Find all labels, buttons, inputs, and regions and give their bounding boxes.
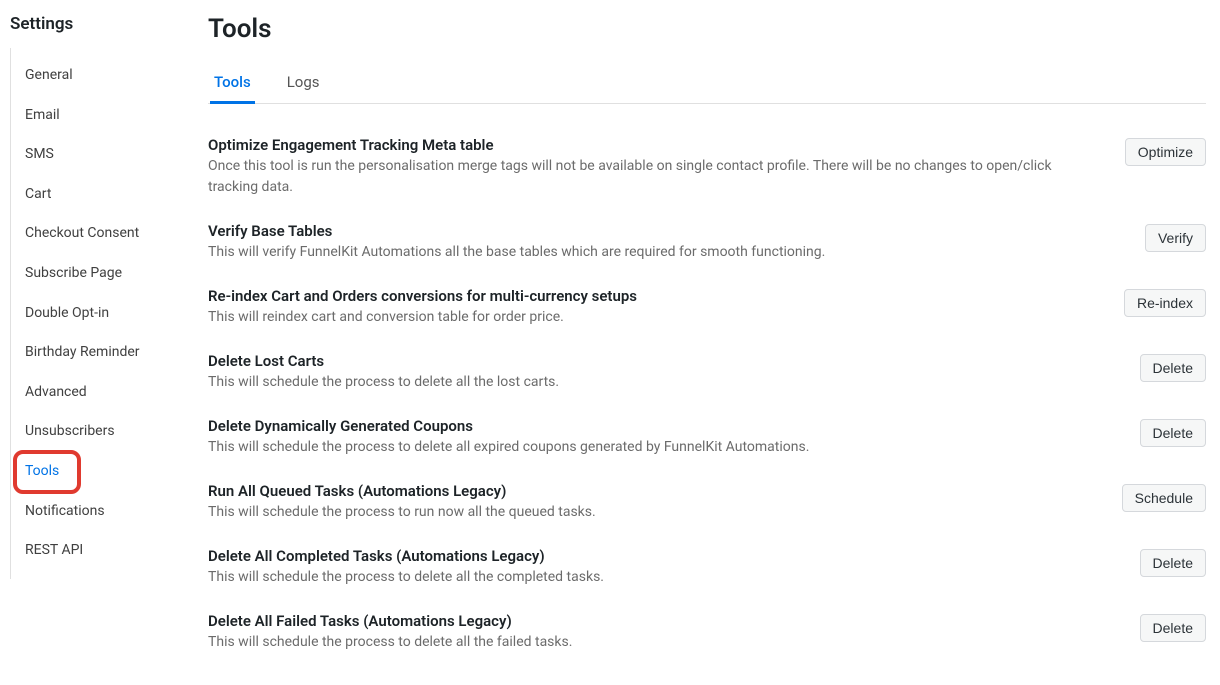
tab-logs[interactable]: Logs <box>283 67 324 104</box>
tool-info: Run All Queued Tasks (Automations Legacy… <box>208 482 1122 523</box>
tool-title: Run All Queued Tasks (Automations Legacy… <box>208 482 1102 500</box>
delete-failed-tasks-button[interactable]: Delete <box>1140 614 1206 642</box>
tool-action: Delete <box>1140 352 1206 382</box>
tool-desc: This will schedule the process to delete… <box>208 567 1120 588</box>
tool-info: Delete All Completed Tasks (Automations … <box>208 547 1140 588</box>
sidebar-list: General Email SMS Cart Checkout Consent … <box>10 48 190 579</box>
tool-desc: This will schedule the process to delete… <box>208 632 1120 653</box>
tool-title: Delete Dynamically Generated Coupons <box>208 417 1120 435</box>
settings-sidebar: Settings General Email SMS Cart Checkout… <box>0 0 190 685</box>
sidebar-item-sms[interactable]: SMS <box>11 135 190 175</box>
sidebar-item-double-opt-in[interactable]: Double Opt-in <box>11 294 190 334</box>
tool-action: Delete <box>1140 417 1206 447</box>
verify-button[interactable]: Verify <box>1145 224 1206 252</box>
tab-tools[interactable]: Tools <box>210 67 255 104</box>
optimize-button[interactable]: Optimize <box>1125 138 1206 166</box>
tabs: Tools Logs <box>208 66 1206 104</box>
tool-action: Verify <box>1145 222 1206 252</box>
tool-action: Schedule <box>1122 482 1206 512</box>
tool-list: Optimize Engagement Tracking Meta table … <box>208 104 1206 665</box>
sidebar-item-general[interactable]: General <box>11 56 190 96</box>
tool-desc: This will verify FunnelKit Automations a… <box>208 242 1125 263</box>
tool-desc: This will schedule the process to run no… <box>208 502 1102 523</box>
tool-title: Re-index Cart and Orders conversions for… <box>208 287 1104 305</box>
tool-desc: This will schedule the process to delete… <box>208 437 1120 458</box>
sidebar-item-tools[interactable]: Tools <box>11 452 190 492</box>
sidebar-title: Settings <box>10 14 190 48</box>
tool-row: Delete Dynamically Generated Coupons Thi… <box>208 405 1206 470</box>
sidebar-item-birthday-reminder[interactable]: Birthday Reminder <box>11 333 190 373</box>
reindex-button[interactable]: Re-index <box>1124 289 1206 317</box>
tool-row: Verify Base Tables This will verify Funn… <box>208 210 1206 275</box>
tool-row: Run All Queued Tasks (Automations Legacy… <box>208 470 1206 535</box>
tool-action: Delete <box>1140 612 1206 642</box>
delete-completed-tasks-button[interactable]: Delete <box>1140 549 1206 577</box>
sidebar-item-unsubscribers[interactable]: Unsubscribers <box>11 412 190 452</box>
tool-desc: Once this tool is run the personalisatio… <box>208 156 1105 198</box>
tool-info: Re-index Cart and Orders conversions for… <box>208 287 1124 328</box>
delete-coupons-button[interactable]: Delete <box>1140 419 1206 447</box>
tool-row: Optimize Engagement Tracking Meta table … <box>208 124 1206 210</box>
tool-desc: This will reindex cart and conversion ta… <box>208 307 1104 328</box>
sidebar-item-cart[interactable]: Cart <box>11 175 190 215</box>
tool-title: Verify Base Tables <box>208 222 1125 240</box>
tool-row: Delete All Completed Tasks (Automations … <box>208 535 1206 600</box>
sidebar-item-email[interactable]: Email <box>11 96 190 136</box>
page-title: Tools <box>208 14 1206 44</box>
sidebar-item-rest-api[interactable]: REST API <box>11 531 190 571</box>
tool-action: Delete <box>1140 547 1206 577</box>
tool-title: Optimize Engagement Tracking Meta table <box>208 136 1105 154</box>
tool-info: Delete Lost Carts This will schedule the… <box>208 352 1140 393</box>
sidebar-item-subscribe-page[interactable]: Subscribe Page <box>11 254 190 294</box>
tool-info: Verify Base Tables This will verify Funn… <box>208 222 1145 263</box>
sidebar-item-notifications[interactable]: Notifications <box>11 492 190 532</box>
tool-row: Delete Lost Carts This will schedule the… <box>208 340 1206 405</box>
tool-desc: This will schedule the process to delete… <box>208 372 1120 393</box>
main-content: Tools Tools Logs Optimize Engagement Tra… <box>190 0 1220 685</box>
schedule-button[interactable]: Schedule <box>1122 484 1206 512</box>
tool-title: Delete Lost Carts <box>208 352 1120 370</box>
tool-info: Delete Dynamically Generated Coupons Thi… <box>208 417 1140 458</box>
sidebar-item-advanced[interactable]: Advanced <box>11 373 190 413</box>
tool-info: Optimize Engagement Tracking Meta table … <box>208 136 1125 198</box>
delete-lost-carts-button[interactable]: Delete <box>1140 354 1206 382</box>
tool-action: Re-index <box>1124 287 1206 317</box>
sidebar-item-checkout-consent[interactable]: Checkout Consent <box>11 214 190 254</box>
tool-title: Delete All Completed Tasks (Automations … <box>208 547 1120 565</box>
tool-info: Delete All Failed Tasks (Automations Leg… <box>208 612 1140 653</box>
tool-row: Delete All Failed Tasks (Automations Leg… <box>208 600 1206 665</box>
tool-action: Optimize <box>1125 136 1206 166</box>
tool-title: Delete All Failed Tasks (Automations Leg… <box>208 612 1120 630</box>
tool-row: Re-index Cart and Orders conversions for… <box>208 275 1206 340</box>
